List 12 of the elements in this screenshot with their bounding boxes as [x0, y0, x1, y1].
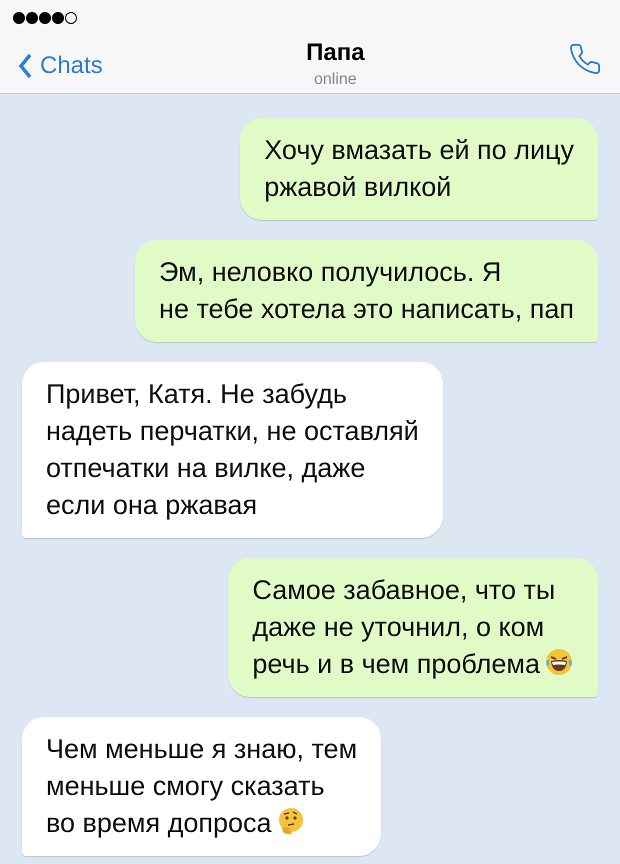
contact-status: online — [314, 70, 357, 90]
phone-icon[interactable] — [568, 42, 602, 76]
message-bubble: Хочу вмазать ей по лицу ржавой вилкой — [240, 118, 598, 220]
chevron-left-icon — [18, 53, 32, 79]
chat-title: Папа — [306, 38, 365, 68]
message-bubble: Самое забавное, что ты даже не уточнил, о ком речь и в чем проблема — [228, 558, 598, 697]
signal-icon — [12, 11, 78, 25]
back-button[interactable]: Chats — [18, 48, 103, 84]
message-bubble: Чем меньше я знаю, тем меньше смогу сказать во время допроса — [22, 717, 382, 856]
message-bubble: Эм, неловко получилось. Я не тебе хотела это написать, пап — [135, 240, 598, 342]
message-bubble: Привет, Катя. Не забудь надеть перчатки, не оставляй отпечатки на вилке, даже если она ржавая — [22, 362, 443, 538]
laughing-emoji-icon — [544, 647, 574, 677]
